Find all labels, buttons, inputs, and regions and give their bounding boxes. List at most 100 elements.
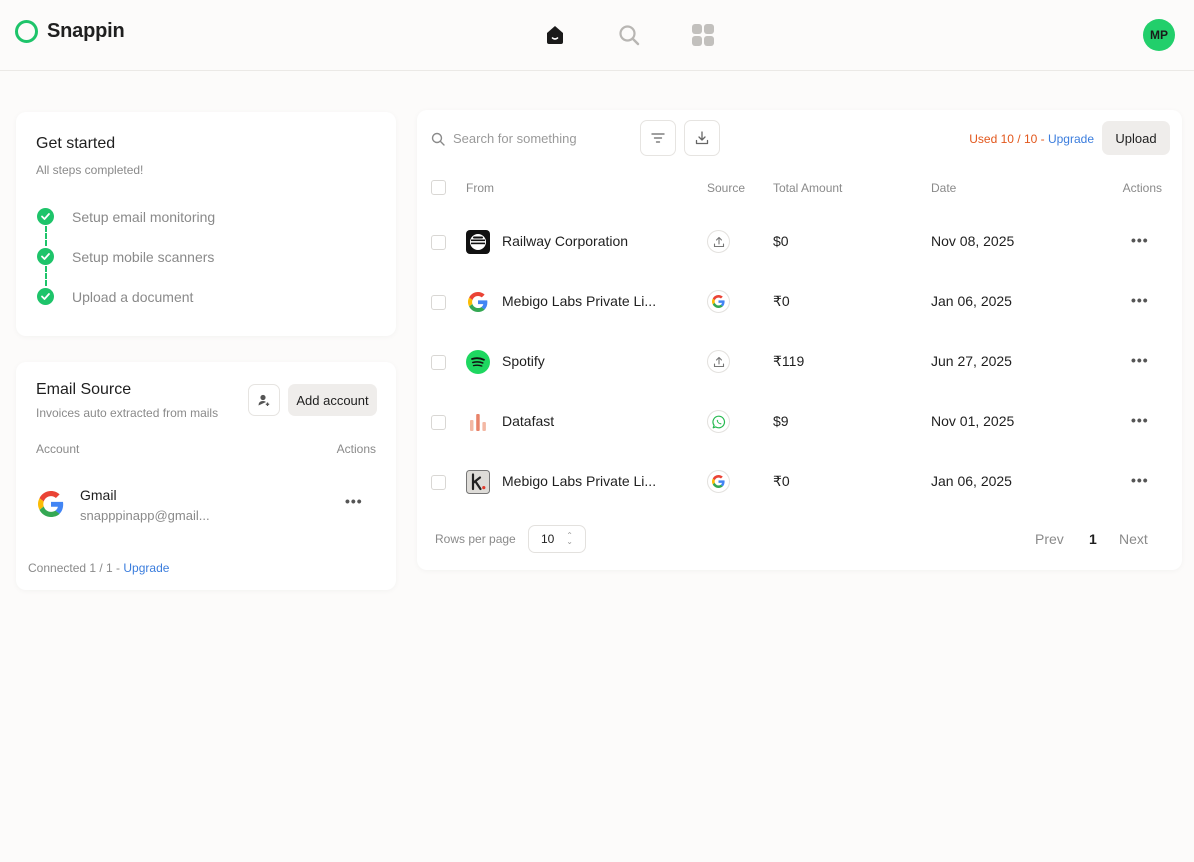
row-from: Datafast	[502, 413, 555, 429]
row-from: Mebigo Labs Private Li...	[502, 473, 657, 489]
google-icon	[38, 491, 64, 522]
step-label: Setup mobile scanners	[72, 248, 215, 265]
col-source: Source	[707, 181, 746, 195]
google-logo-icon	[466, 290, 490, 314]
nav-search-button[interactable]	[614, 20, 644, 50]
email-source-card: Email Source Invoices auto extracted fro…	[16, 362, 396, 590]
brand[interactable]: Snappin	[15, 20, 125, 43]
connected-text: Connected 1 / 1 -	[28, 561, 124, 575]
row-more-button[interactable]: •••	[1131, 472, 1149, 488]
row-amount: ₹0	[773, 293, 790, 309]
filter-icon	[651, 133, 665, 143]
whatsapp-icon	[707, 410, 730, 433]
table-row[interactable]: Spotify ₹119 Jun 27, 2025 •••	[417, 331, 1182, 391]
google-icon	[707, 470, 730, 493]
row-more-button[interactable]: •••	[1131, 352, 1149, 368]
row-from: Railway Corporation	[502, 233, 629, 249]
table-row[interactable]: Mebigo Labs Private Li... ₹0 Jan 06, 202…	[417, 271, 1182, 331]
row-checkbox[interactable]	[431, 295, 446, 310]
step-item: Upload a document	[37, 288, 193, 305]
upgrade-link[interactable]: Upgrade	[1048, 132, 1094, 146]
row-date: Jan 06, 2025	[931, 473, 1012, 489]
row-from: Mebigo Labs Private Li...	[502, 293, 657, 309]
row-date: Jun 27, 2025	[931, 353, 1012, 369]
connected-status: Connected 1 / 1 - Upgrade	[28, 561, 169, 575]
get-started-card: Get started All steps completed! Setup e…	[16, 112, 396, 336]
check-icon	[37, 248, 54, 265]
account-more-button[interactable]: •••	[345, 493, 363, 509]
row-amount: ₹0	[773, 473, 790, 489]
next-page-button[interactable]: Next	[1119, 531, 1148, 547]
select-all-checkbox[interactable]	[431, 180, 446, 195]
brand-name: Snappin	[47, 20, 125, 42]
col-actions: Actions	[1122, 181, 1162, 195]
col-actions: Actions	[336, 442, 376, 456]
rows-per-page-select[interactable]: 10 ⌃ ⌄	[528, 525, 586, 553]
avatar[interactable]: MP	[1143, 19, 1175, 51]
row-more-button[interactable]: •••	[1131, 412, 1149, 428]
account-email: snapppinapp@gmail...	[80, 508, 210, 523]
chevron-updown-icon: ⌃ ⌄	[566, 531, 573, 546]
usage-text: Used 10 / 10 -	[969, 132, 1048, 146]
row-checkbox[interactable]	[431, 475, 446, 490]
get-started-title: Get started	[36, 135, 116, 152]
col-total-amount: Total Amount	[773, 181, 843, 195]
railway-logo-icon	[466, 230, 490, 254]
home-icon	[547, 26, 563, 44]
step-label: Setup email monitoring	[72, 208, 216, 225]
search-icon	[431, 132, 445, 146]
prev-page-button[interactable]: Prev	[1035, 531, 1064, 547]
download-icon	[695, 131, 709, 145]
table-row[interactable]: Mebigo Labs Private Li... ₹0 Jan 06, 202…	[417, 451, 1182, 511]
email-source-title: Email Source	[36, 381, 132, 398]
col-from: From	[466, 181, 494, 195]
add-account-button[interactable]: Add account	[288, 384, 377, 416]
check-icon	[37, 208, 54, 225]
step-item: Setup email monitoring	[37, 208, 215, 225]
step-connector	[45, 226, 47, 246]
nav-home-button[interactable]	[540, 20, 570, 50]
account-name: Gmail	[80, 487, 117, 503]
current-page[interactable]: 1	[1089, 531, 1097, 547]
row-checkbox[interactable]	[431, 235, 446, 250]
rows-per-page-value: 10	[541, 532, 555, 546]
step-label: Upload a document	[72, 288, 194, 305]
row-date: Nov 01, 2025	[931, 413, 1015, 429]
search-bar[interactable]	[431, 131, 623, 146]
get-started-subtitle: All steps completed!	[36, 163, 144, 177]
google-icon	[707, 290, 730, 313]
k-logo-icon	[466, 470, 490, 494]
upgrade-link[interactable]: Upgrade	[123, 561, 169, 575]
row-amount: $0	[773, 233, 789, 249]
email-source-subtitle: Invoices auto extracted from mails	[36, 406, 219, 420]
col-date: Date	[931, 181, 957, 195]
row-checkbox[interactable]	[431, 355, 446, 370]
add-user-icon	[258, 394, 270, 406]
row-from: Spotify	[502, 353, 545, 369]
col-account: Account	[36, 442, 80, 456]
search-input[interactable]	[453, 131, 623, 146]
row-date: Nov 08, 2025	[931, 233, 1015, 249]
top-bar: Snappin MP	[0, 0, 1194, 71]
table-row[interactable]: Railway Corporation $0 Nov 08, 2025 •••	[417, 211, 1182, 271]
logo-ring-icon	[15, 20, 38, 43]
table-row[interactable]: Datafast $9 Nov 01, 2025 •••	[417, 391, 1182, 451]
search-icon	[619, 25, 640, 46]
upload-icon	[707, 350, 730, 373]
row-date: Jan 06, 2025	[931, 293, 1012, 309]
row-more-button[interactable]: •••	[1131, 232, 1149, 248]
datafast-logo-icon	[466, 410, 490, 434]
upload-button[interactable]: Upload	[1102, 121, 1170, 155]
row-amount: $9	[773, 413, 789, 429]
add-user-button[interactable]	[248, 384, 280, 416]
usage-status: Used 10 / 10 - Upgrade	[969, 132, 1094, 146]
nav-apps-button[interactable]	[688, 20, 718, 50]
row-more-button[interactable]: •••	[1131, 292, 1149, 308]
rows-per-page-label: Rows per page	[435, 532, 516, 546]
step-connector	[45, 266, 47, 286]
row-amount: ₹119	[773, 353, 805, 369]
download-button[interactable]	[684, 120, 720, 156]
spotify-logo-icon	[466, 350, 490, 374]
row-checkbox[interactable]	[431, 415, 446, 430]
filter-button[interactable]	[640, 120, 676, 156]
